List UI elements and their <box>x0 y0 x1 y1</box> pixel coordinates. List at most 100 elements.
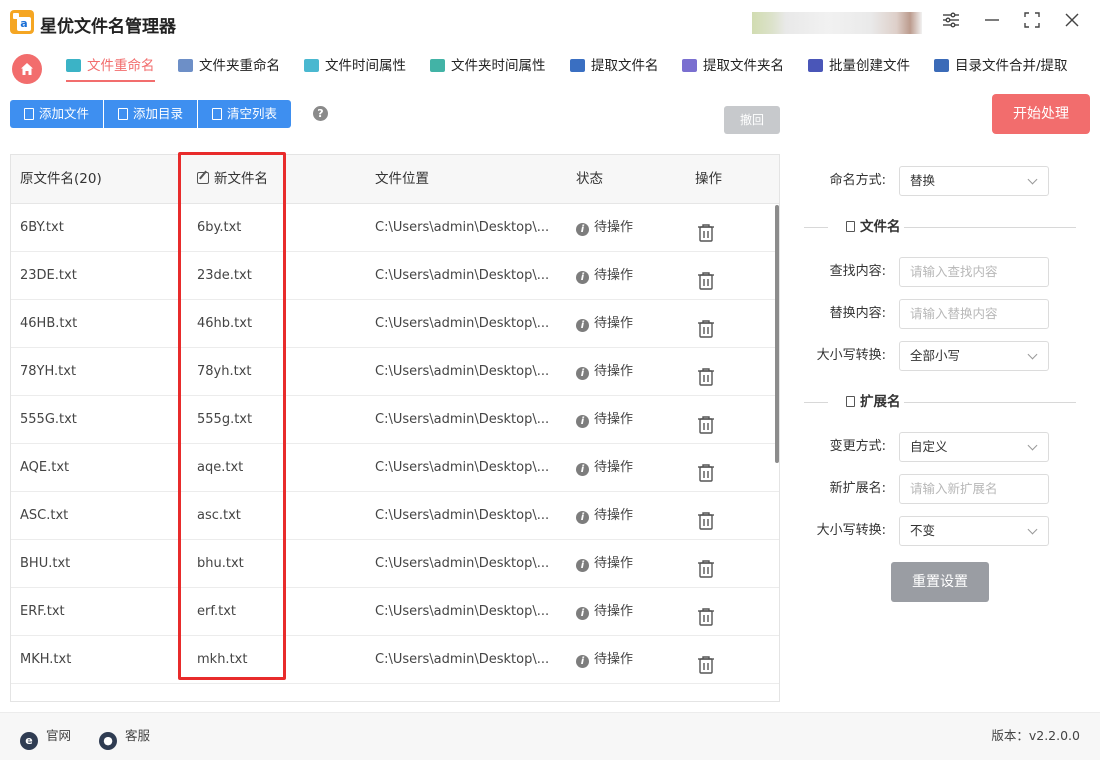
status-text: 待操作 <box>594 316 634 331</box>
info-icon: i <box>576 415 589 428</box>
table-row[interactable]: MKH.txt mkh.txt C:\Users\admin\Desktop\...… <box>11 636 779 684</box>
delete-icon[interactable] <box>697 696 715 701</box>
new-extension-input[interactable]: 请输入新扩展名 <box>899 474 1049 504</box>
website-link[interactable]: e 官网 <box>20 727 71 750</box>
info-icon: i <box>576 655 589 668</box>
table-row[interactable]: AQE.txt aqe.txt C:\Users\admin\Desktop\...… <box>11 444 779 492</box>
flag-icon <box>846 396 855 407</box>
find-content-input[interactable]: 请输入查找内容 <box>899 257 1049 287</box>
info-icon: i <box>576 463 589 476</box>
info-icon: i <box>576 271 589 284</box>
table-row[interactable]: 555G.txt 555g.txt C:\Users\admin\Desktop\.… <box>11 396 779 444</box>
chat-bubble-icon: ● <box>99 732 117 750</box>
delete-icon[interactable] <box>697 552 715 578</box>
file-table: 原文件名(20) 新文件名 文件位置 状态 操作 6BY.txt 6by.txt C… <box>10 154 780 702</box>
folder-time-icon <box>430 59 445 72</box>
support-link[interactable]: ● 客服 <box>99 727 150 750</box>
original-filename: 23DE.txt <box>20 268 77 283</box>
tab-merge-extract[interactable]: 目录文件合并/提取 <box>934 56 1068 80</box>
tab-batch-create[interactable]: 批量创建文件 <box>808 56 910 80</box>
table-row[interactable]: 6BY.txt 6by.txt C:\Users\admin\Desktop\...… <box>11 204 779 252</box>
close-icon[interactable] <box>1059 10 1085 36</box>
file-location: C:\Users\admin\Desktop\... <box>375 604 550 619</box>
user-avatar-blurred[interactable] <box>752 12 922 34</box>
delete-icon[interactable] <box>697 648 715 674</box>
footer-bar: e 官网 ● 客服 版本：v2.2.0.0 <box>0 712 1100 760</box>
maximize-icon[interactable] <box>1019 10 1045 36</box>
tab-file-rename[interactable]: 文件重命名 <box>66 56 155 82</box>
original-filename: ERF.txt <box>20 604 65 619</box>
change-mode-select[interactable]: 自定义 <box>899 432 1049 462</box>
scrollbar-thumb[interactable] <box>775 205 779 463</box>
status-cell: i 待操作 <box>576 396 633 444</box>
table-row[interactable]: 46HB.txt 46hb.txt C:\Users\admin\Desktop\.… <box>11 300 779 348</box>
case-convert-select[interactable]: 全部小写 <box>899 341 1049 371</box>
delete-icon[interactable] <box>697 360 715 386</box>
delete-icon[interactable] <box>697 456 715 482</box>
settings-panel: 命名方式: 替换 文件名 查找内容: 请输入查找内容 替换内容: 请输入替换内容… <box>790 154 1090 702</box>
original-filename: 6BY.txt <box>20 220 64 235</box>
table-row[interactable]: 78YH.txt 78yh.txt C:\Users\admin\Desktop\.… <box>11 348 779 396</box>
original-filename: BHU.txt <box>20 556 71 571</box>
table-row[interactable]: ASC.txt asc.txt C:\Users\admin\Desktop\...… <box>11 492 779 540</box>
delete-icon[interactable] <box>697 264 715 290</box>
minimize-icon[interactable] <box>979 10 1005 36</box>
naming-mode-select[interactable]: 替换 <box>899 166 1049 196</box>
status-text: 待操作 <box>594 652 634 667</box>
status-cell: i 待操作 <box>576 252 633 300</box>
file-location: C:\Users\admin\Desktop\... <box>375 268 550 283</box>
table-row[interactable]: BHU.txt bhu.txt C:\Users\admin\Desktop\...… <box>11 540 779 588</box>
delete-icon[interactable] <box>697 216 715 242</box>
header-original-name: 原文件名(20) <box>20 171 102 187</box>
clear-list-button[interactable]: 清空列表 <box>198 100 292 128</box>
status-cell: i 待操作 <box>576 204 633 252</box>
table-row[interactable]: ERF.txt erf.txt C:\Users\admin\Desktop\...… <box>11 588 779 636</box>
tab-extract-filename[interactable]: 提取文件名 <box>570 56 659 80</box>
settings-icon[interactable] <box>938 10 964 36</box>
add-file-button[interactable]: 添加文件 <box>10 100 105 128</box>
delete-icon[interactable] <box>697 312 715 338</box>
table-row[interactable]: 23DE.txt 23de.txt C:\Users\admin\Desktop\.… <box>11 252 779 300</box>
file-location: C:\Users\admin\Desktop\... <box>375 316 550 331</box>
extension-case-label: 大小写转换: <box>816 523 886 538</box>
extract-filename-icon <box>570 59 585 72</box>
chevron-down-icon <box>1027 440 1038 451</box>
document-icon <box>846 221 855 232</box>
add-directory-button[interactable]: 添加目录 <box>104 100 199 128</box>
undo-button[interactable]: 撤回 <box>724 106 780 134</box>
status-text: 待操作 <box>594 220 634 235</box>
file-location: C:\Users\admin\Desktop\... <box>375 364 550 379</box>
info-icon: i <box>576 511 589 524</box>
original-filename: 78YH.txt <box>20 364 77 379</box>
replace-content-input[interactable]: 请输入替换内容 <box>899 299 1049 329</box>
home-icon[interactable] <box>12 54 42 84</box>
start-processing-button[interactable]: 开始处理 <box>992 94 1090 134</box>
delete-icon[interactable] <box>697 600 715 626</box>
table-row[interactable] <box>11 684 779 701</box>
filename-section-header: 文件名 <box>804 217 1076 237</box>
tab-file-time[interactable]: 文件时间属性 <box>304 56 406 80</box>
chevron-down-icon <box>1027 524 1038 535</box>
chevron-down-icon <box>1027 174 1038 185</box>
change-mode-label: 变更方式: <box>829 439 886 454</box>
original-filename: AQE.txt <box>20 460 70 475</box>
status-cell: i 待操作 <box>576 636 633 684</box>
status-text: 待操作 <box>594 604 634 619</box>
status-text: 待操作 <box>594 508 634 523</box>
help-icon[interactable]: ? <box>313 106 328 121</box>
status-text: 待操作 <box>594 556 634 571</box>
table-header: 原文件名(20) 新文件名 文件位置 状态 操作 <box>11 155 779 204</box>
status-cell: i 待操作 <box>576 300 633 348</box>
file-location: C:\Users\admin\Desktop\... <box>375 412 550 427</box>
original-filename: MKH.txt <box>20 652 72 667</box>
tab-folder-time[interactable]: 文件夹时间属性 <box>430 56 546 80</box>
delete-icon[interactable] <box>697 504 715 530</box>
delete-icon[interactable] <box>697 408 715 434</box>
trash-icon <box>212 108 223 120</box>
reset-settings-button[interactable]: 重置设置 <box>891 562 989 602</box>
naming-mode-label: 命名方式: <box>829 173 886 188</box>
tab-extract-foldername[interactable]: 提取文件夹名 <box>682 56 784 80</box>
extension-case-select[interactable]: 不变 <box>899 516 1049 546</box>
status-text: 待操作 <box>594 460 634 475</box>
tab-folder-rename[interactable]: 文件夹重命名 <box>178 56 280 80</box>
